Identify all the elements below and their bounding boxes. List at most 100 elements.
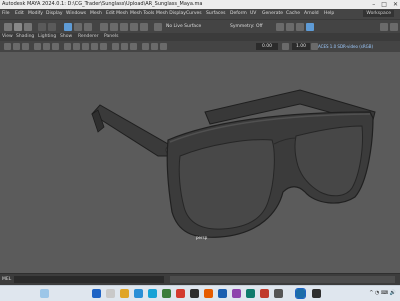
smooth-shade-icon[interactable]: [73, 43, 80, 50]
ambient-occlusion-icon[interactable]: [142, 43, 149, 50]
isolate-select-icon[interactable]: [130, 43, 137, 50]
panel-menu-view[interactable]: View: [2, 33, 13, 41]
depth-of-field-icon[interactable]: [160, 43, 167, 50]
app-icon-1[interactable]: [162, 289, 171, 298]
menu-help[interactable]: Help: [324, 9, 334, 19]
snap-grid-icon[interactable]: [100, 23, 108, 31]
start-icon[interactable]: [92, 289, 101, 298]
save-scene-icon[interactable]: [24, 23, 32, 31]
menu-modify[interactable]: Modify: [28, 9, 43, 19]
open-scene-icon[interactable]: [14, 23, 22, 31]
menu-edit-mesh[interactable]: Edit Mesh: [106, 9, 128, 19]
lasso-tool-icon[interactable]: [74, 23, 82, 31]
panel-menu-show[interactable]: Show: [60, 33, 72, 41]
menu-mesh-tools[interactable]: Mesh Tools: [130, 9, 154, 19]
os-taskbar: ^ ◔ ⌨ 🔊: [0, 285, 400, 301]
menu-windows[interactable]: Windows: [66, 9, 86, 19]
undo-icon[interactable]: [38, 23, 46, 31]
resolution-gate-icon[interactable]: [52, 43, 59, 50]
app-icon-4[interactable]: [204, 289, 213, 298]
app-icon-10[interactable]: [312, 289, 321, 298]
edge-icon[interactable]: [134, 289, 143, 298]
store-icon[interactable]: [148, 289, 157, 298]
close-icon[interactable]: ✕: [393, 0, 398, 9]
grid-icon[interactable]: [34, 43, 41, 50]
textured-icon[interactable]: [82, 43, 89, 50]
render-settings-icon[interactable]: [296, 23, 304, 31]
view-transform-dropdown[interactable]: ACES 1.0 SDR-video (sRGB): [318, 43, 373, 50]
app-icon-2[interactable]: [176, 289, 185, 298]
gamma-icon[interactable]: [282, 43, 289, 50]
live-surface-label[interactable]: No Live Surface: [166, 23, 201, 31]
snap-surface-icon[interactable]: [140, 23, 148, 31]
menu-generate[interactable]: Generate: [262, 9, 283, 19]
app-icon-9[interactable]: [274, 289, 283, 298]
app-icon-8[interactable]: [260, 289, 269, 298]
maya-taskbar-icon[interactable]: [295, 288, 306, 299]
select-tool-icon[interactable]: [64, 23, 72, 31]
menu-surfaces[interactable]: Surfaces: [206, 9, 226, 19]
menu-file[interactable]: File: [2, 9, 10, 19]
panel-menu-renderer[interactable]: Renderer: [78, 33, 99, 41]
camera-attributes-icon[interactable]: [4, 43, 11, 50]
status-line: No Live Surface Symmetry: Off: [0, 19, 400, 34]
redo-icon[interactable]: [48, 23, 56, 31]
panel-menu-shading[interactable]: Shading: [16, 33, 34, 41]
render-icon[interactable]: [276, 23, 284, 31]
maximize-icon[interactable]: □: [381, 0, 387, 9]
command-input[interactable]: [14, 276, 164, 283]
snap-view-icon[interactable]: [130, 23, 138, 31]
attribute-editor-icon[interactable]: [380, 23, 388, 31]
app-icon-5[interactable]: [218, 289, 227, 298]
file-explorer-icon[interactable]: [120, 289, 129, 298]
menu-display[interactable]: Display: [46, 9, 63, 19]
xray-joints-icon[interactable]: [121, 43, 128, 50]
menu-cache[interactable]: Cache: [286, 9, 300, 19]
xray-icon[interactable]: [112, 43, 119, 50]
exposure-field[interactable]: 0.00: [256, 43, 278, 50]
menu-edit[interactable]: Edit: [15, 9, 24, 19]
make-live-icon[interactable]: [154, 23, 162, 31]
menu-mesh[interactable]: Mesh: [90, 9, 102, 19]
app-icon-7[interactable]: [246, 289, 255, 298]
new-scene-icon[interactable]: [4, 23, 12, 31]
app-icon-3[interactable]: [190, 289, 199, 298]
widgets-icon[interactable]: [40, 289, 49, 298]
menu-curves[interactable]: Curves: [186, 9, 202, 19]
perspective-viewport[interactable]: persp: [0, 52, 400, 273]
menu-uv[interactable]: UV: [250, 9, 256, 19]
image-plane-icon[interactable]: [22, 43, 29, 50]
command-feedback: [170, 276, 395, 283]
bookmark-icon[interactable]: [13, 43, 20, 50]
channel-box-icon[interactable]: [390, 23, 398, 31]
lights-icon[interactable]: [91, 43, 98, 50]
paint-select-icon[interactable]: [84, 23, 92, 31]
mel-label[interactable]: MEL: [2, 276, 11, 283]
menu-deform[interactable]: Deform: [230, 9, 247, 19]
color-management-icon[interactable]: [311, 43, 318, 50]
menu-mesh-display[interactable]: Mesh Display: [156, 9, 186, 19]
left-temple-arm: [91, 104, 171, 157]
panel-menu-lighting[interactable]: Lighting: [38, 33, 56, 41]
wireframe-icon[interactable]: [64, 43, 71, 50]
hypershade-icon[interactable]: [306, 23, 314, 31]
film-gate-icon[interactable]: [43, 43, 50, 50]
window-titlebar: Autodesk MAYA 2024.0.1: D:\CG_Trader\Sun…: [0, 0, 400, 9]
snap-curve-icon[interactable]: [110, 23, 118, 31]
menu-arnold[interactable]: Arnold: [304, 9, 319, 19]
panel-menu-panels[interactable]: Panels: [104, 33, 118, 41]
ipr-render-icon[interactable]: [286, 23, 294, 31]
workspace-selector[interactable]: Workspace: [363, 10, 394, 17]
main-menubar: File Edit Modify Display Windows Mesh Ed…: [0, 9, 400, 19]
minimize-icon[interactable]: –: [372, 0, 375, 9]
snap-point-icon[interactable]: [120, 23, 128, 31]
app-icon-6[interactable]: [232, 289, 241, 298]
left-lens: [178, 139, 275, 230]
shadows-icon[interactable]: [100, 43, 107, 50]
gamma-field[interactable]: 1.00: [292, 43, 310, 50]
search-icon[interactable]: [106, 289, 115, 298]
symmetry-dropdown[interactable]: Symmetry: Off: [230, 23, 263, 31]
window-controls: – □ ✕: [372, 0, 398, 9]
system-tray: ^ ◔ ⌨ 🔊: [369, 290, 396, 296]
anti-aliasing-icon[interactable]: [151, 43, 158, 50]
